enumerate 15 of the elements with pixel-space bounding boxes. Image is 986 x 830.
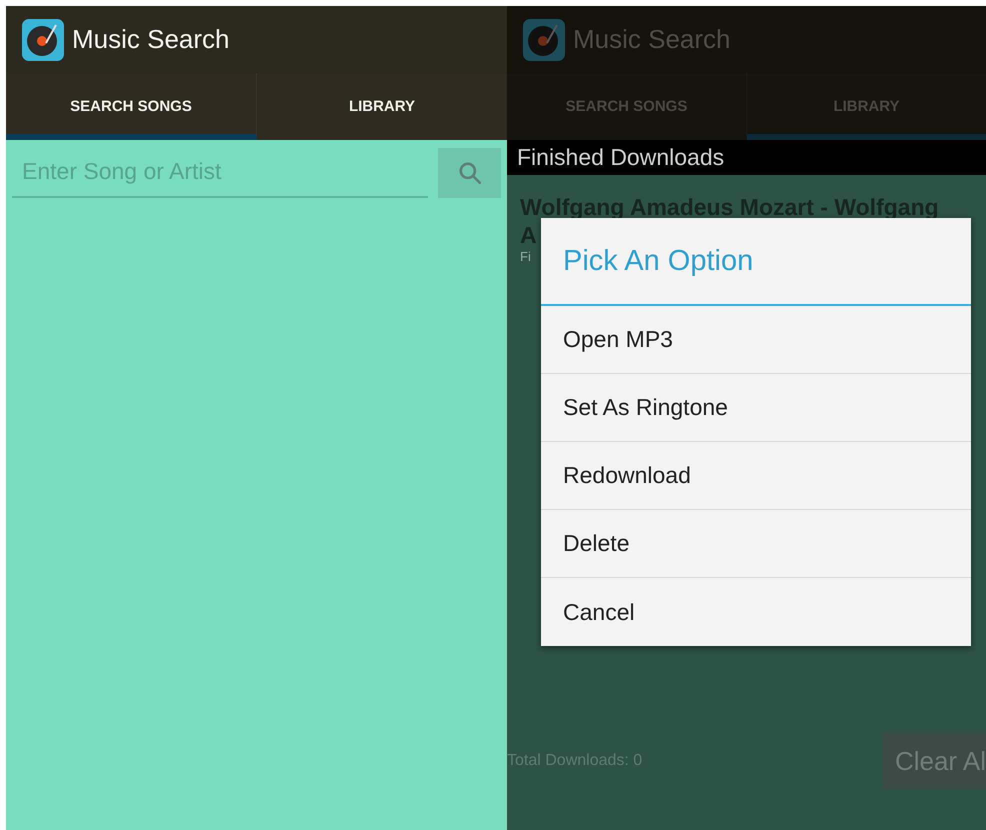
menu-option[interactable]: Open MP3 [541,306,971,374]
app-title: Music Search [72,24,230,55]
menu-option[interactable]: Set As Ringtone [541,374,971,442]
menu-option[interactable]: Cancel [541,578,971,646]
song-status: Fi [520,249,531,264]
tab[interactable]: LIBRARY [257,73,507,140]
menu-option[interactable]: Redownload [541,442,971,510]
record-player-icon [523,18,565,60]
menu-option[interactable]: Delete [541,510,971,578]
section-header: Finished Downloads [507,140,986,175]
search-icon [456,160,482,186]
record-player-icon [22,18,64,60]
app-title: Music Search [573,24,730,55]
search-button[interactable] [438,148,501,198]
dialog-title: Pick An Option [541,218,971,306]
